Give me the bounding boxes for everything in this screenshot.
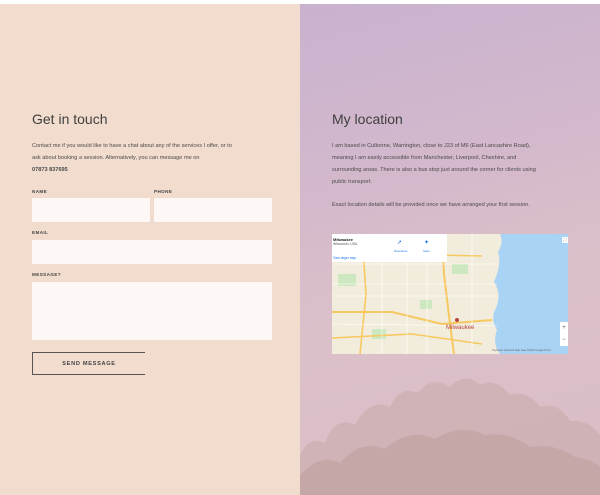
send-message-button[interactable]: SEND MESSAGE <box>32 352 145 375</box>
fullscreen-icon[interactable]: ⛶ <box>562 237 568 243</box>
trees-silhouette <box>300 378 600 495</box>
directions-icon[interactable]: ➚ <box>397 239 402 246</box>
message-label: MESSAGE? <box>32 272 61 277</box>
email-field[interactable] <box>32 240 272 264</box>
name-label: NAME <box>32 189 48 194</box>
phone-label: PHONE <box>154 189 173 194</box>
phone-field[interactable] <box>154 198 272 222</box>
page: Get in touch Contact me if you would lik… <box>0 0 600 495</box>
map-place-subtitle: Wisconsin, USA <box>333 242 358 246</box>
directions-label[interactable]: Directions <box>394 249 407 253</box>
location-line4: public transport. <box>332 179 372 185</box>
location-line5: Exact location details will be provided … <box>332 202 530 208</box>
location-line2: meaning I am easily accessible from Manc… <box>332 155 517 161</box>
contact-intro-line1: Contact me if you would like to have a c… <box>32 143 232 149</box>
location-title: My location <box>332 111 403 127</box>
name-field[interactable] <box>32 198 150 222</box>
map-info-card: Milwaukee Wisconsin, USA View larger map… <box>332 234 447 262</box>
save-label[interactable]: Save <box>423 249 430 253</box>
contact-title: Get in touch <box>32 111 108 127</box>
map-attribution: Keyboard shortcuts Map data ©2023 Google… <box>492 349 552 352</box>
save-icon[interactable]: ✦ <box>424 239 429 246</box>
zoom-out-button[interactable]: − <box>560 334 568 346</box>
location-line3: surrounding areas. There is also a bus s… <box>332 167 536 173</box>
view-larger-map-link[interactable]: View larger map <box>333 256 356 260</box>
email-label: EMAIL <box>32 230 49 235</box>
zoom-in-button[interactable]: + <box>560 322 568 334</box>
map-embed[interactable]: Milwaukee Wisconsin, USA View larger map… <box>332 234 568 354</box>
contact-intro-line2: ask about booking a session. Alternative… <box>32 155 200 161</box>
location-line1: I am based in Culborne, Warrington, clos… <box>332 143 531 149</box>
message-field[interactable] <box>32 282 272 340</box>
contact-phone: 07873 837695 <box>32 167 68 173</box>
map-city-label: Milwaukee <box>446 325 475 331</box>
zoom-controls[interactable]: + − <box>560 322 568 346</box>
